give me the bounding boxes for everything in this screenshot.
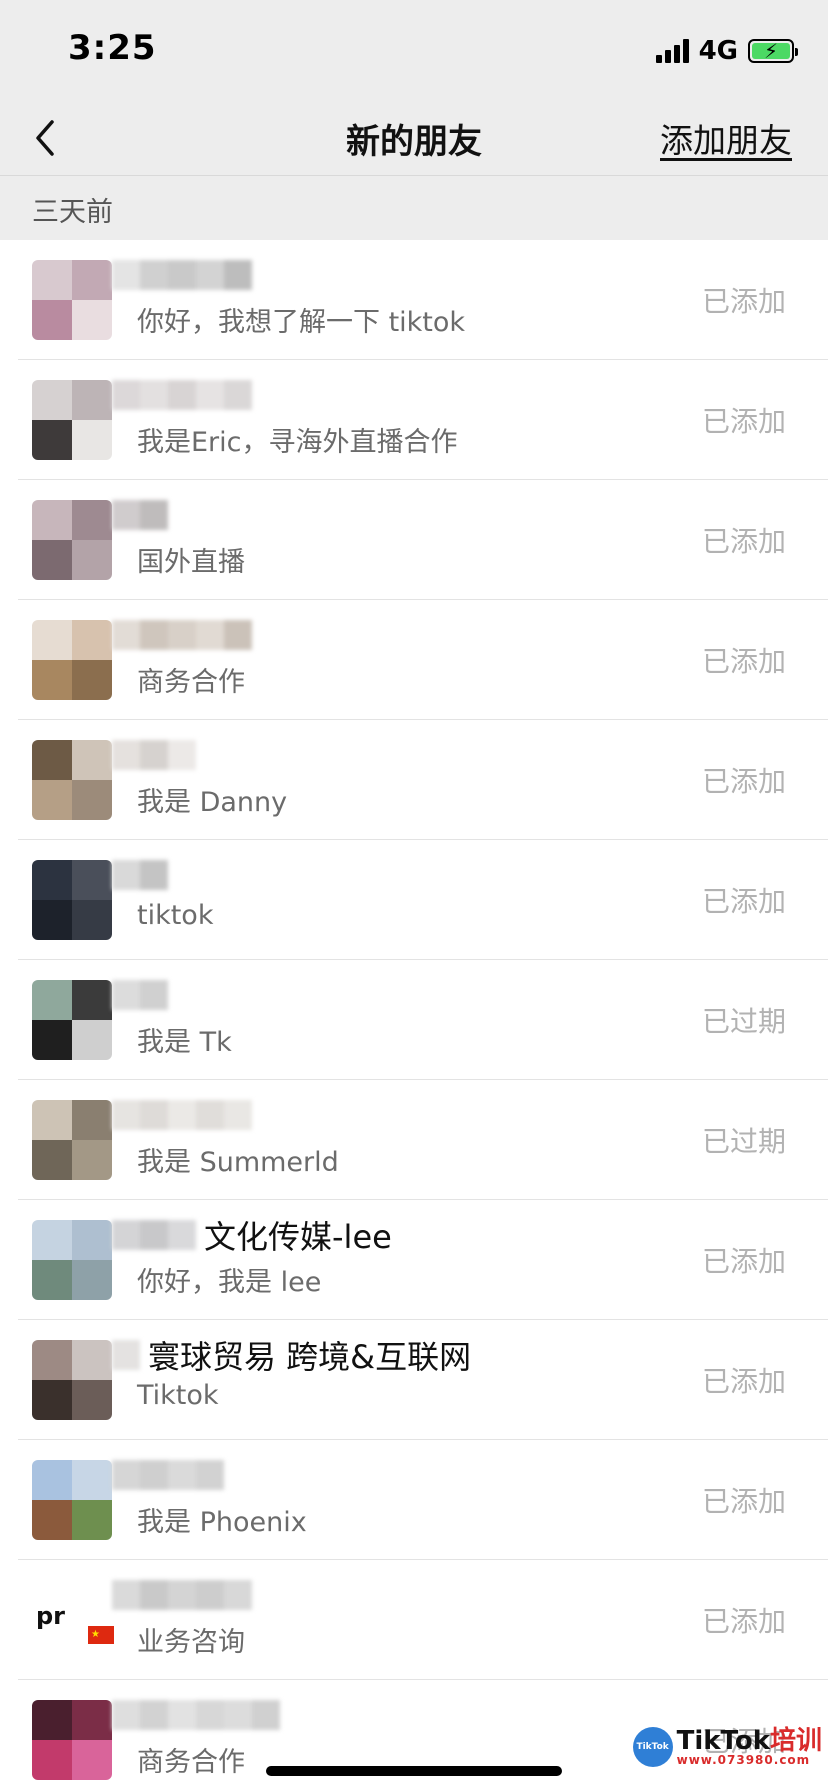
status-label: 已过期 (701, 1125, 786, 1158)
watermark-brand: TikTok培训 (676, 1726, 822, 1756)
signal-icon (655, 39, 689, 63)
status-label: 已添加 (701, 525, 786, 558)
section-header: 三天前 (0, 176, 828, 240)
list-item[interactable]: 我是 Danny 已添加 (0, 720, 828, 840)
avatar: pr (32, 1580, 112, 1660)
friend-request-list[interactable]: 你好，我想了解一下 tiktok 已添加 我是Eric，寻海外直播合作 已添加 … (0, 240, 828, 1792)
network-label: 4G (698, 36, 738, 66)
status-indicators: 4G ⚡ (655, 36, 798, 66)
nav-bar: 新的朋友 添加朋友 (0, 100, 828, 176)
avatar (32, 1100, 112, 1180)
flag-icon: ★ (88, 1626, 114, 1644)
request-message: tiktok (137, 900, 214, 931)
list-item[interactable]: 文化传媒-lee 你好，我是 lee 已添加 (0, 1200, 828, 1320)
request-message: 业务咨询 (137, 1627, 245, 1658)
add-friend-button[interactable]: 添加朋友 (660, 114, 792, 162)
request-message: 你好，我想了解一下 tiktok (137, 307, 466, 338)
request-message: 商务合作 (137, 1747, 245, 1778)
avatar (32, 860, 112, 940)
list-item[interactable]: 寰球贸易 跨境&互联网 Tiktok 已添加 (0, 1320, 828, 1440)
list-item[interactable]: 我是 Summerld 已过期 (0, 1080, 828, 1200)
list-item[interactable]: 我是 Tk 已过期 (0, 960, 828, 1080)
contact-name (112, 1092, 260, 1138)
list-item[interactable]: 我是Eric，寻海外直播合作 已添加 (0, 360, 828, 480)
status-label: 已添加 (701, 765, 786, 798)
list-item[interactable]: 商务合作 已添加 (0, 600, 828, 720)
status-label: 已添加 (701, 1485, 786, 1518)
tiktok-logo-icon: TikTok (632, 1727, 673, 1767)
list-item[interactable]: 国外直播 已添加 (0, 480, 828, 600)
list-item[interactable]: tiktok 已添加 (0, 840, 828, 960)
contact-name: 寰球贸易 跨境&互联网 (112, 1332, 471, 1378)
chevron-left-icon (36, 120, 54, 156)
status-label: 已添加 (701, 285, 786, 318)
contact-name (112, 252, 260, 298)
list-item[interactable]: pr ★ 业务咨询 已添加 (0, 1560, 828, 1680)
avatar (32, 260, 112, 340)
status-label: 已添加 (701, 645, 786, 678)
request-message: 国外直播 (137, 547, 245, 578)
request-message: 商务合作 (137, 667, 245, 698)
request-message: 我是 Phoenix (137, 1507, 307, 1538)
status-label: 已添加 (701, 885, 786, 918)
contact-name: 文化传媒-lee (112, 1212, 392, 1258)
list-item[interactable]: 你好，我想了解一下 tiktok 已添加 (0, 240, 828, 360)
contact-name (112, 372, 260, 418)
contact-name (112, 972, 176, 1018)
contact-name (112, 732, 204, 778)
watermark-url: www.073980.com (676, 1753, 811, 1767)
avatar (32, 740, 112, 820)
request-message: 我是 Tk (137, 1027, 232, 1058)
back-button[interactable] (28, 114, 68, 162)
status-label: 已添加 (701, 1365, 786, 1398)
request-message: Tiktok (137, 1380, 219, 1411)
avatar (32, 1340, 112, 1420)
section-label: 三天前 (32, 197, 113, 228)
status-label: 已添加 (701, 1245, 786, 1278)
avatar (32, 500, 112, 580)
contact-name (112, 1572, 260, 1618)
avatar (32, 1220, 112, 1300)
request-message: 我是 Summerld (137, 1147, 339, 1178)
battery-icon: ⚡ (748, 39, 798, 63)
watermark: TikTok TikTok培训 www.073980.com (632, 1724, 822, 1770)
avatar (32, 1460, 112, 1540)
request-message: 我是 Danny (137, 787, 288, 818)
status-time: 3:25 (68, 28, 157, 68)
request-message: 你好，我是 lee (137, 1267, 322, 1298)
contact-name (112, 1452, 232, 1498)
contact-name (112, 852, 176, 898)
avatar (32, 620, 112, 700)
request-message: 我是Eric，寻海外直播合作 (137, 427, 458, 458)
avatar (32, 980, 112, 1060)
status-label: 已添加 (701, 405, 786, 438)
avatar (32, 1700, 112, 1780)
contact-name (112, 492, 176, 538)
list-item[interactable]: 我是 Phoenix 已添加 (0, 1440, 828, 1560)
avatar (32, 380, 112, 460)
status-label: 已过期 (701, 1005, 786, 1038)
status-bar: 3:25 4G ⚡ (0, 0, 828, 100)
status-label: 已添加 (701, 1605, 786, 1638)
contact-name (112, 612, 260, 658)
contact-name (112, 1692, 288, 1738)
home-indicator[interactable] (266, 1766, 562, 1776)
